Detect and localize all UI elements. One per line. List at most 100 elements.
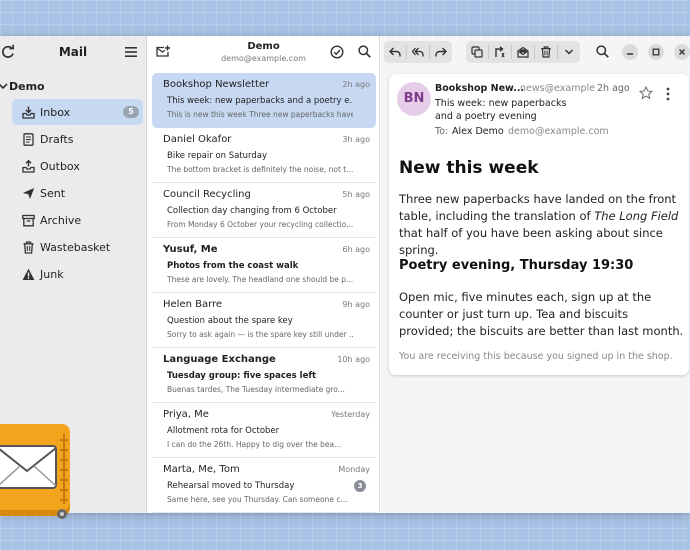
message-row[interactable]: Helen Barre 9h ago Question about the sp… bbox=[152, 293, 376, 348]
mail-app-icon[interactable] bbox=[0, 424, 72, 524]
message-card: BN Bookshop New... news@example.com 2h a… bbox=[389, 74, 689, 375]
message-preview: I can do the 26th. Happy to dig over the… bbox=[167, 440, 342, 449]
message-subject: Collection day changing from 6 October bbox=[167, 206, 337, 216]
sidebar-item-junk[interactable]: Junk bbox=[12, 261, 143, 287]
mark-read-button[interactable] bbox=[512, 41, 534, 63]
message-list: Bookshop Newsletter 2h ago This week: ne… bbox=[152, 73, 376, 513]
sidebar-item-label: Drafts bbox=[40, 132, 74, 146]
mail-open-icon bbox=[517, 46, 529, 58]
message-row[interactable]: Priya, Me Yesterday Allotment rota for O… bbox=[152, 403, 376, 458]
list-subtitle: demo@example.com bbox=[221, 54, 306, 63]
sidebar-item-archive[interactable]: Archive bbox=[12, 207, 143, 233]
message-preview: This is new this week Three new paperbac… bbox=[167, 110, 353, 119]
sidebar-item-label: Inbox bbox=[40, 105, 71, 119]
reply-all-button[interactable] bbox=[407, 41, 429, 63]
search-icon[interactable] bbox=[358, 45, 371, 58]
message-time: Monday bbox=[338, 465, 370, 474]
sender-address: news@example.com bbox=[520, 83, 596, 94]
reply-button[interactable] bbox=[384, 41, 406, 63]
junk-icon bbox=[22, 268, 35, 280]
sender-name: Bookshop New... bbox=[435, 83, 525, 94]
sidebar-item-inbox[interactable]: Inbox 5 bbox=[12, 99, 143, 125]
forward-button[interactable] bbox=[430, 41, 452, 63]
delete-button[interactable] bbox=[535, 41, 557, 63]
message-time: 2h ago bbox=[597, 83, 630, 94]
message-sender: Council Recycling bbox=[163, 189, 251, 200]
message-preview: Same here, see you Thursday. Can someone… bbox=[167, 495, 348, 504]
reading-pane: BN Bookshop New... news@example.com 2h a… bbox=[381, 36, 690, 513]
reply-button-group bbox=[384, 41, 452, 63]
message-row[interactable]: Daniel Okafor 3h ago Bike repair on Satu… bbox=[152, 128, 376, 183]
message-sender: Priya, Me bbox=[163, 409, 209, 420]
star-icon[interactable] bbox=[639, 86, 653, 100]
sidebar-item-label: Sent bbox=[40, 186, 66, 200]
sender-avatar: BN bbox=[397, 82, 431, 116]
sidebar-item-label: Wastebasket bbox=[40, 240, 111, 254]
sidebar-item-label: Archive bbox=[40, 213, 82, 227]
sidebar-item-label: Junk bbox=[40, 267, 64, 281]
sidebar-item-wastebasket[interactable]: Wastebasket bbox=[12, 234, 143, 260]
mail-window: Mail Demo Inbox 5 Drafts Outbox Sent Arc… bbox=[0, 36, 690, 513]
forward-icon bbox=[435, 47, 447, 57]
message-time: 2h ago bbox=[342, 80, 370, 89]
move-icon bbox=[495, 46, 505, 58]
minimize-button[interactable] bbox=[622, 44, 638, 60]
reply-all-icon bbox=[412, 47, 424, 57]
message-list-header: Demo demo@example.com bbox=[148, 36, 379, 68]
search-icon[interactable] bbox=[596, 45, 609, 58]
select-mode-icon[interactable] bbox=[330, 45, 344, 59]
message-subject: Allotment rota for October bbox=[167, 426, 280, 436]
recipient-address: demo@example.com bbox=[508, 126, 609, 137]
folder-list: Inbox 5 Drafts Outbox Sent Archive Waste… bbox=[0, 99, 147, 288]
minimize-icon bbox=[627, 53, 633, 55]
message-row[interactable]: Bookshop Newsletter 2h ago This week: ne… bbox=[152, 73, 376, 128]
more-vertical-icon[interactable] bbox=[665, 87, 671, 101]
trash-icon bbox=[541, 46, 551, 58]
message-time: 3h ago bbox=[342, 135, 370, 144]
unread-count-badge: 5 bbox=[123, 106, 139, 118]
message-subject: Photos from the coast walk bbox=[167, 261, 299, 271]
move-button[interactable] bbox=[489, 41, 511, 63]
message-sender: Marta, Me, Tom bbox=[163, 464, 240, 475]
account-row[interactable]: Demo bbox=[0, 78, 45, 94]
thread-count-badge: 3 bbox=[354, 480, 366, 492]
message-subject: Question about the spare key bbox=[167, 316, 293, 326]
list-title: Demo bbox=[247, 41, 280, 52]
message-time: 10h ago bbox=[337, 355, 370, 364]
sidebar-item-sent[interactable]: Sent bbox=[12, 180, 143, 206]
message-row[interactable]: Marta, Me, Tom Monday Rehearsal moved to… bbox=[152, 458, 376, 513]
close-button[interactable] bbox=[674, 44, 690, 60]
chevron-down-icon[interactable] bbox=[0, 81, 8, 91]
message-sender: Language Exchange bbox=[163, 354, 276, 365]
close-icon bbox=[679, 49, 685, 55]
message-sender: Bookshop Newsletter bbox=[163, 79, 270, 90]
body-text: that half of you have been asking about … bbox=[399, 226, 663, 257]
message-sender: Daniel Okafor bbox=[163, 134, 232, 145]
message-sender: Helen Barre bbox=[163, 299, 223, 310]
message-row[interactable]: Council Recycling 5h ago Collection day … bbox=[152, 183, 376, 238]
maximize-button[interactable] bbox=[648, 44, 664, 60]
body-heading: New this week bbox=[399, 158, 539, 178]
book-title: The Long Field bbox=[594, 209, 679, 223]
body-paragraph: Three new paperbacks have landed on the … bbox=[399, 191, 684, 259]
outbox-icon bbox=[22, 159, 35, 173]
message-subject: This week: new paperbacks and a poetry e… bbox=[435, 98, 567, 122]
more-actions-button[interactable] bbox=[558, 41, 580, 63]
archive-icon bbox=[22, 214, 35, 226]
sidebar-item-drafts[interactable]: Drafts bbox=[12, 126, 143, 152]
message-preview: From Monday 6 October your recycling col… bbox=[167, 220, 353, 229]
chevron-down-icon bbox=[564, 49, 574, 55]
message-row[interactable]: Yusuf, Me 6h ago Photos from the coast w… bbox=[152, 238, 376, 293]
hamburger-menu-icon[interactable] bbox=[124, 45, 138, 59]
message-row[interactable]: Language Exchange 10h ago Tuesday group:… bbox=[152, 348, 376, 403]
copy-button[interactable] bbox=[466, 41, 488, 63]
message-list-pane: Demo demo@example.com Bookshop Newslette… bbox=[148, 36, 380, 513]
message-action-group bbox=[466, 41, 580, 63]
message-time: 9h ago bbox=[342, 300, 370, 309]
body-subheading: Poetry evening, Thursday 19:30 bbox=[399, 258, 634, 273]
message-time: 5h ago bbox=[342, 190, 370, 199]
message-preview: Buenas tardes, The Tuesday intermediate … bbox=[167, 385, 345, 394]
sidebar-item-label: Outbox bbox=[40, 159, 80, 173]
sidebar-item-outbox[interactable]: Outbox bbox=[12, 153, 143, 179]
message-preview: Sorry to ask again — is the spare key st… bbox=[167, 330, 353, 339]
